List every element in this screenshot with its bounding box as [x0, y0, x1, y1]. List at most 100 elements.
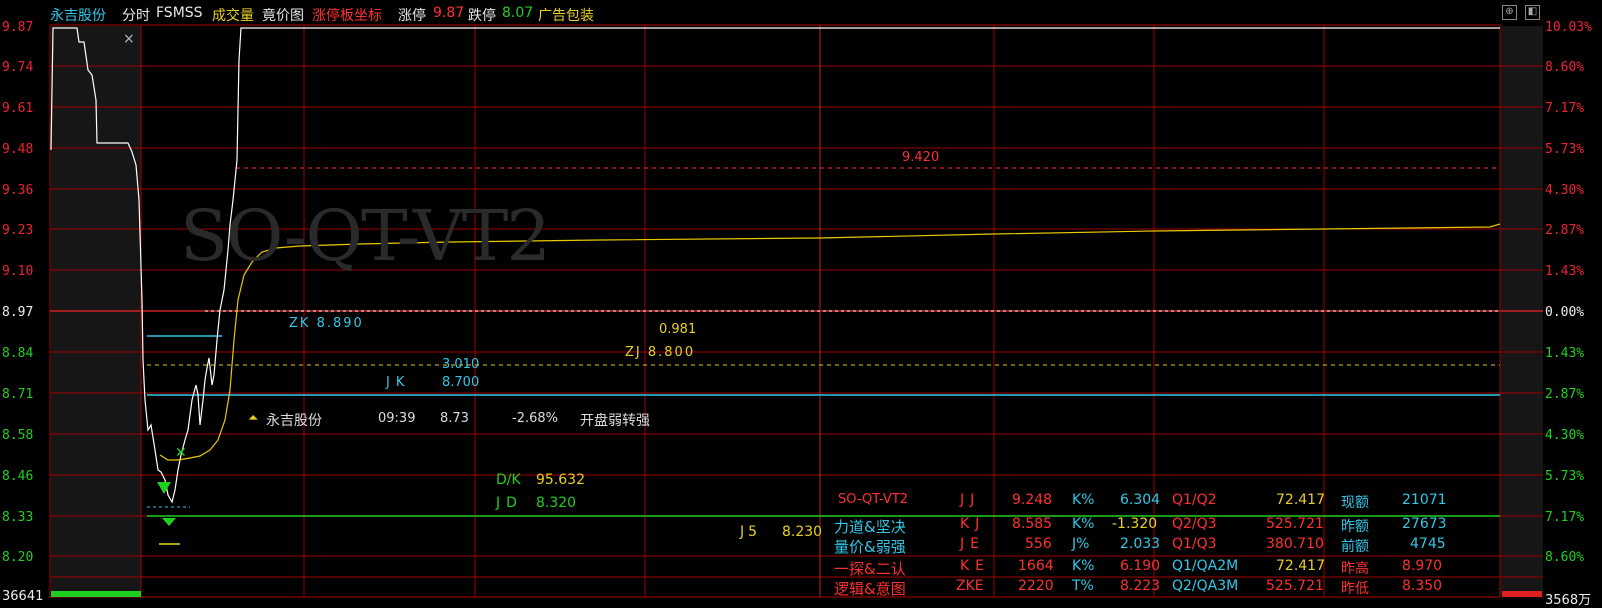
table-cell: 现额 [1341, 495, 1369, 511]
table-cell: KE [960, 558, 991, 574]
y-tick: 8.46 [2, 469, 34, 484]
pct-tick: 8.60% [1545, 60, 1585, 75]
table-cell: 2220 [1018, 578, 1054, 594]
pct-tick: 2.87% [1545, 223, 1585, 238]
y-tick: 9.36 [2, 183, 34, 198]
y-tick: 8.20 [2, 550, 34, 565]
y-tick: 8.97 [2, 305, 34, 320]
pct-tick: 10.03% [1545, 20, 1592, 35]
pct-tick: 5.73% [1545, 469, 1585, 484]
table-cell: 2.033 [1120, 536, 1161, 552]
table-cell: ZKE [956, 578, 984, 594]
pct-tick: 7.17% [1545, 101, 1585, 116]
event-note: 开盘弱转强 [580, 413, 650, 429]
level-9420-label: 9.420 [902, 150, 940, 165]
y-tick: 8.33 [2, 510, 34, 525]
table-cell: Q1/QA2M [1172, 558, 1239, 574]
table-cell: 8.970 [1402, 558, 1443, 574]
zk-label: ZK 8.890 [289, 316, 364, 331]
event-change: -2.68% [512, 411, 558, 426]
y-tick: 9.74 [2, 60, 34, 75]
pct-tick: 7.17% [1545, 510, 1585, 525]
pct-tick: 4.30% [1545, 183, 1585, 198]
val-0981: 0.981 [659, 322, 697, 337]
up-arrow-icon: ⏶ [248, 411, 259, 426]
table-cell: 27673 [1402, 516, 1447, 532]
table-cell: 21071 [1402, 492, 1447, 508]
table-cell: 380.710 [1266, 536, 1324, 552]
down-arrow-marker-2 [162, 518, 176, 526]
y-tick: 9.48 [2, 142, 34, 157]
jd-label: JD [496, 495, 523, 511]
table-cell: JJ [960, 492, 981, 508]
volume-right: 3568万 [1545, 593, 1592, 608]
table-cell: 525.721 [1266, 578, 1324, 594]
y-tick: 8.71 [2, 387, 34, 402]
table-cell: 昨额 [1341, 519, 1369, 535]
table-cell: 量价&弱强 [834, 538, 906, 556]
table-cell: J% [1072, 536, 1090, 552]
table-cell: 8.223 [1120, 578, 1161, 594]
table-cell: 9.248 [1012, 492, 1053, 508]
y-tick: 9.10 [2, 264, 34, 279]
table-cell: 逻辑&意图 [834, 580, 906, 598]
table-cell: 525.721 [1266, 516, 1324, 532]
volume-bars-right [1502, 591, 1542, 597]
price-chart: ✕ × [49, 24, 1543, 598]
table-cell: 8.585 [1012, 516, 1053, 532]
table-cell: Q2/Q3 [1172, 516, 1217, 532]
table-cell: 6.304 [1120, 492, 1161, 508]
y-tick: 8.58 [2, 428, 34, 443]
table-cell: JE [960, 536, 985, 552]
event-price: 8.73 [440, 411, 469, 426]
pct-tick: 0.00% [1545, 305, 1585, 320]
pct-tick: 8.60% [1545, 550, 1585, 565]
table-cell: K% [1072, 558, 1095, 574]
table-cell: Q1/Q2 [1172, 492, 1217, 508]
table-cell: 一探&二认 [834, 560, 906, 578]
table-cell: 昨高 [1341, 561, 1369, 577]
table-cell: 力道&坚决 [834, 518, 906, 536]
dk-label: D/K [496, 472, 521, 488]
table-cell: 556 [1025, 536, 1052, 552]
down-arrow-marker [157, 482, 171, 494]
table-cell: 72.417 [1276, 492, 1325, 508]
y-tick: 8.84 [2, 346, 34, 361]
table-cell: 昨低 [1341, 581, 1369, 597]
cross-marker: ✕ [175, 445, 187, 461]
jk-label: JK [386, 375, 411, 390]
pct-tick: 5.73% [1545, 142, 1585, 157]
y-tick: 9.61 [2, 101, 34, 116]
table-cell: 前额 [1341, 539, 1369, 555]
table-cell: 6.190 [1120, 558, 1161, 574]
table-cell: KJ [960, 516, 986, 532]
volume-left: 36641 [2, 589, 44, 604]
jk-value: 8.700 [442, 375, 480, 390]
table-cell: Q2/QA3M [1172, 578, 1239, 594]
pct-tick: 4.30% [1545, 428, 1585, 443]
y-tick: 9.23 [2, 223, 34, 238]
pct-tick: 1.43% [1545, 346, 1585, 361]
event-stock-name[interactable]: 永吉股份 [266, 410, 322, 430]
table-cell: SO-QT-VT2 [838, 492, 909, 507]
table-cell: 1664 [1018, 558, 1054, 574]
zj-label: ZJ 8.800 [625, 345, 696, 360]
val-3010: 3.010 [442, 357, 480, 372]
table-cell: 8.350 [1402, 578, 1443, 594]
y-tick: 9.87 [2, 20, 34, 35]
pct-tick: 1.43% [1545, 264, 1585, 279]
dk-value: 95.632 [536, 472, 585, 488]
j5-label: J5 [740, 524, 762, 540]
close-icon: × [123, 31, 135, 47]
table-cell: K% [1072, 516, 1095, 532]
event-time: 09:39 [378, 411, 416, 426]
j5-value: 8.230 [782, 524, 823, 540]
table-cell: -1.320 [1112, 516, 1158, 532]
volume-bars-left [51, 591, 141, 597]
table-cell: T% [1072, 578, 1094, 594]
table-cell: K% [1072, 492, 1095, 508]
table-cell: 72.417 [1276, 558, 1325, 574]
watermark: SO-QT-VT2 [180, 195, 551, 277]
pct-tick: 2.87% [1545, 387, 1585, 402]
table-cell: Q1/Q3 [1172, 536, 1217, 552]
